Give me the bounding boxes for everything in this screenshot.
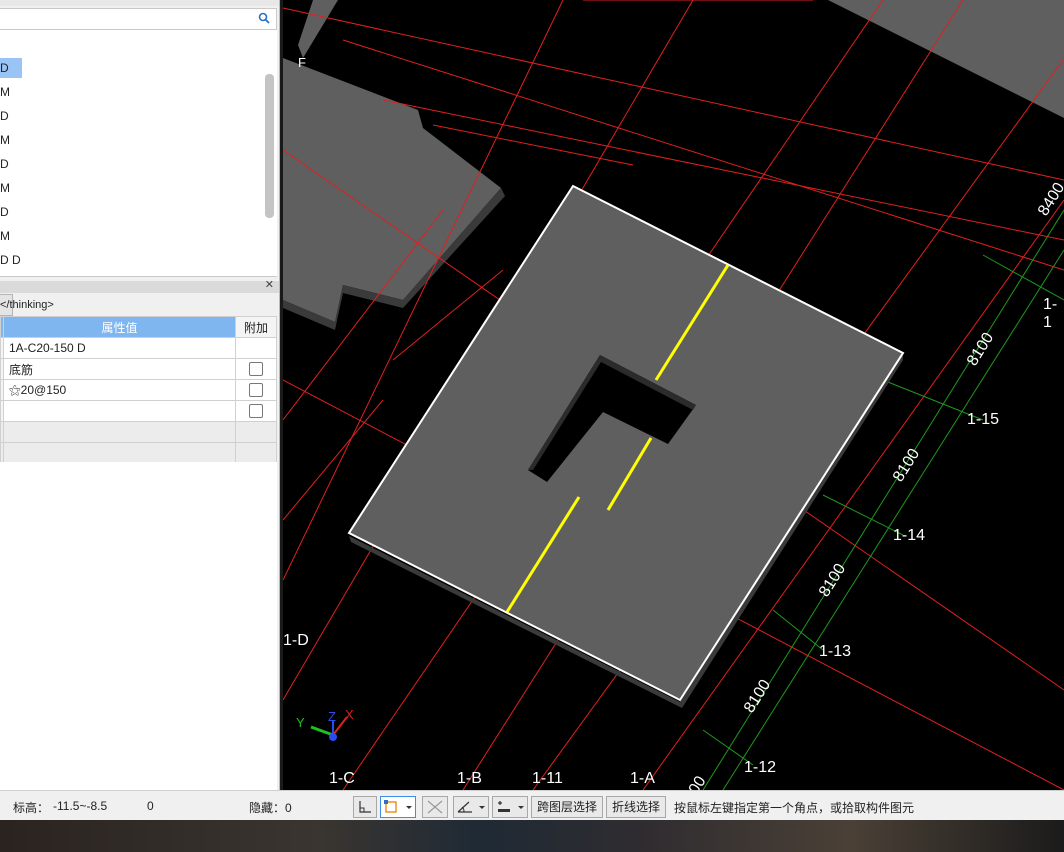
elevation-value: -11.5~-8.5 — [53, 799, 108, 813]
table-row[interactable]: ⚝20@150 — [0, 379, 277, 401]
property-value[interactable]: 1A-C20-150 D — [3, 337, 236, 359]
top-toolbar-strip — [0, 0, 279, 6]
elevation-label: 标高： — [13, 801, 50, 815]
properties-panel-header: ✕ — [0, 278, 279, 293]
svg-text:Z: Z — [328, 709, 336, 724]
axis-label-1-1: 1-1 — [1043, 296, 1058, 331]
add-cell — [235, 358, 277, 380]
search-icon[interactable] — [258, 12, 270, 24]
axis-label-1-d: 1-D — [283, 632, 309, 649]
adjacent-slab-top-right — [828, 0, 1064, 118]
list-item[interactable]: D — [0, 58, 22, 78]
axis-label-1-13: 1-13 — [819, 643, 852, 660]
table-row[interactable] — [0, 400, 277, 422]
table-row[interactable]: 底筋 — [0, 358, 277, 380]
axis-label-1-b: 1-B — [457, 770, 482, 787]
property-value[interactable] — [3, 421, 236, 443]
add-cell — [235, 421, 277, 443]
command-hint: 按鼠标左键指定第一个角点，或拾取构件图元 — [674, 801, 915, 815]
polyline-select-button[interactable]: 折线选择 — [606, 796, 667, 818]
adjacent-slab-top-left — [298, 0, 338, 58]
adjacent-slab-left — [283, 58, 501, 322]
viewport-canvas — [283, 0, 1064, 790]
left-panel: D M D M D M D M D D ✕ </thinking> 属性值 附加… — [0, 0, 280, 790]
list-scrollbar[interactable] — [265, 74, 274, 218]
cancel-snap-button[interactable] — [422, 796, 448, 818]
table-row[interactable] — [0, 421, 277, 443]
properties-table: 属性值 附加 1A-C20-150 D 底筋 ⚝20@150 — [0, 316, 277, 464]
tab-label: </thinking> — [0, 299, 54, 311]
list-item[interactable]: M — [0, 82, 22, 102]
add-checkbox[interactable] — [249, 404, 263, 419]
status-bar: 标高： -11.5~-8.5 0 隐藏：0 跨图层选择 折线选择 按鼠标左键指定… — [0, 790, 1064, 821]
list-item[interactable]: D — [0, 202, 22, 222]
orthogonal-toggle-button[interactable] — [353, 796, 377, 818]
offset-dropdown[interactable] — [492, 796, 528, 818]
property-value[interactable]: 底筋 — [3, 358, 236, 380]
column-header-value: 属性值 — [3, 316, 236, 338]
axis-label-1-c: 1-C — [329, 770, 355, 787]
axis-label-f: F — [298, 55, 306, 70]
close-icon[interactable]: ✕ — [265, 278, 274, 291]
property-value[interactable] — [3, 442, 236, 464]
search-box[interactable] — [0, 8, 277, 30]
axis-gizmo-icon: Y X Z — [296, 707, 353, 741]
property-value[interactable]: ⚝20@150 — [3, 379, 236, 401]
zero-value: 0 — [147, 799, 154, 813]
snap-mode-dropdown[interactable] — [380, 796, 416, 818]
list-item[interactable]: D — [0, 106, 22, 126]
add-cell — [235, 400, 277, 422]
component-list[interactable]: D M D M D M D M D D — [0, 30, 277, 277]
orthogonal-icon — [359, 801, 371, 813]
table-row[interactable] — [0, 442, 277, 464]
properties-tab[interactable]: </thinking> — [0, 294, 54, 316]
list-item[interactable]: D — [0, 154, 22, 174]
snap-icon — [384, 800, 412, 813]
angle-dropdown[interactable] — [453, 796, 489, 818]
angle-icon — [457, 801, 485, 813]
properties-blank-area — [0, 462, 277, 790]
axis-label-1-14: 1-14 — [893, 527, 926, 544]
axis-label-1-11: 1-11 — [532, 770, 563, 787]
axis-label-1-a: 1-A — [630, 770, 655, 787]
property-value[interactable] — [3, 400, 236, 422]
add-cell — [235, 442, 277, 464]
column-header-add: 附加 — [235, 316, 277, 338]
3d-viewport[interactable]: 1-C 1-B 1-11 1-A 1-D 1-12 1-13 1-14 1-15… — [283, 0, 1064, 790]
list-item[interactable]: M — [0, 178, 22, 198]
add-checkbox[interactable] — [249, 383, 263, 398]
add-cell — [235, 337, 277, 359]
cross-icon — [427, 800, 443, 814]
list-item[interactable]: M — [0, 226, 22, 246]
hidden-count: 隐藏：0 — [249, 801, 292, 815]
axis-label-1-12: 1-12 — [744, 759, 777, 776]
list-item[interactable]: M — [0, 130, 22, 150]
svg-text:X: X — [345, 707, 353, 722]
offset-icon — [498, 801, 524, 812]
svg-text:Y: Y — [296, 715, 305, 730]
add-cell — [235, 379, 277, 401]
desktop-background — [0, 820, 1064, 852]
list-item[interactable]: D D — [0, 250, 40, 270]
add-checkbox[interactable] — [249, 362, 263, 377]
table-row[interactable]: 1A-C20-150 D — [0, 337, 277, 359]
axis-label-1-15: 1-15 — [967, 411, 1000, 428]
cross-layer-select-button[interactable]: 跨图层选择 — [531, 796, 604, 818]
